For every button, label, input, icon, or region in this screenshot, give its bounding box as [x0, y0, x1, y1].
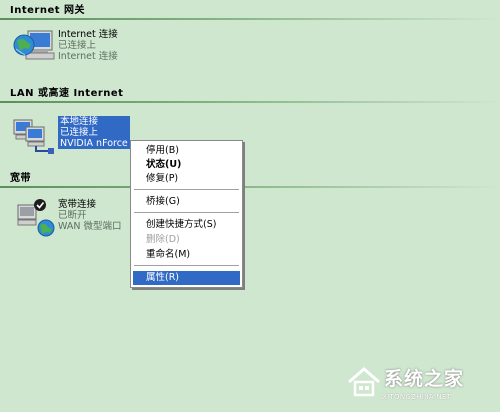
- menu-item-delete: 删除(D): [146, 234, 180, 245]
- group-divider: [0, 186, 500, 188]
- group-header-broadband: 宽带: [10, 173, 31, 184]
- menu-item-repair[interactable]: 修复(P): [133, 172, 240, 186]
- connection-status: 已连接上: [58, 40, 97, 51]
- menu-item-disable[interactable]: 停用(B): [133, 144, 240, 158]
- menu-item-create-shortcut[interactable]: 创建快捷方式(S): [133, 218, 240, 232]
- internet-gateway-icon: [12, 27, 56, 71]
- house-logo-icon: [348, 367, 380, 397]
- menu-item-properties[interactable]: 属性(R): [133, 271, 240, 285]
- group-header-lan: LAN 或高速 Internet: [10, 88, 124, 99]
- menu-separator: [134, 265, 239, 267]
- broadband-disconnected-icon: [12, 197, 56, 241]
- watermark-brand: 系统之家: [384, 368, 465, 390]
- connection-name: 本地连接: [58, 116, 130, 127]
- connection-device: NVIDIA nForce: [58, 138, 130, 149]
- group-divider: [0, 18, 500, 20]
- context-menu: 停用(B) 状态(U) 修复(P) 桥接(G) 创建快捷方式(S) 删除(D) …: [130, 140, 243, 288]
- group-header-internet-gateway: Internet 网关: [10, 5, 85, 16]
- group-divider: [0, 101, 500, 103]
- internet-connection-item[interactable]: Internet 连接 已连接上 Internet 连接: [12, 27, 152, 73]
- lan-connection-icon: [12, 114, 56, 158]
- menu-item-status[interactable]: 状态(U): [133, 158, 240, 172]
- menu-item-rename[interactable]: 重命名(M): [133, 248, 240, 262]
- menu-item-bridge[interactable]: 桥接(G): [133, 195, 240, 209]
- menu-separator: [134, 189, 239, 191]
- watermark-url: XITONGZHIJIA.NET: [382, 393, 452, 401]
- connection-device: WAN 微型端口: [58, 221, 122, 232]
- connection-device: Internet 连接: [58, 51, 118, 62]
- connection-name: 宽带连接: [58, 199, 97, 210]
- site-watermark: 系统之家 XITONGZHIJIA.NET: [346, 360, 496, 408]
- connection-name: Internet 连接: [58, 29, 118, 40]
- connection-status: 已断开: [58, 210, 87, 221]
- connection-status: 已连接上: [58, 127, 130, 138]
- menu-separator: [134, 212, 239, 214]
